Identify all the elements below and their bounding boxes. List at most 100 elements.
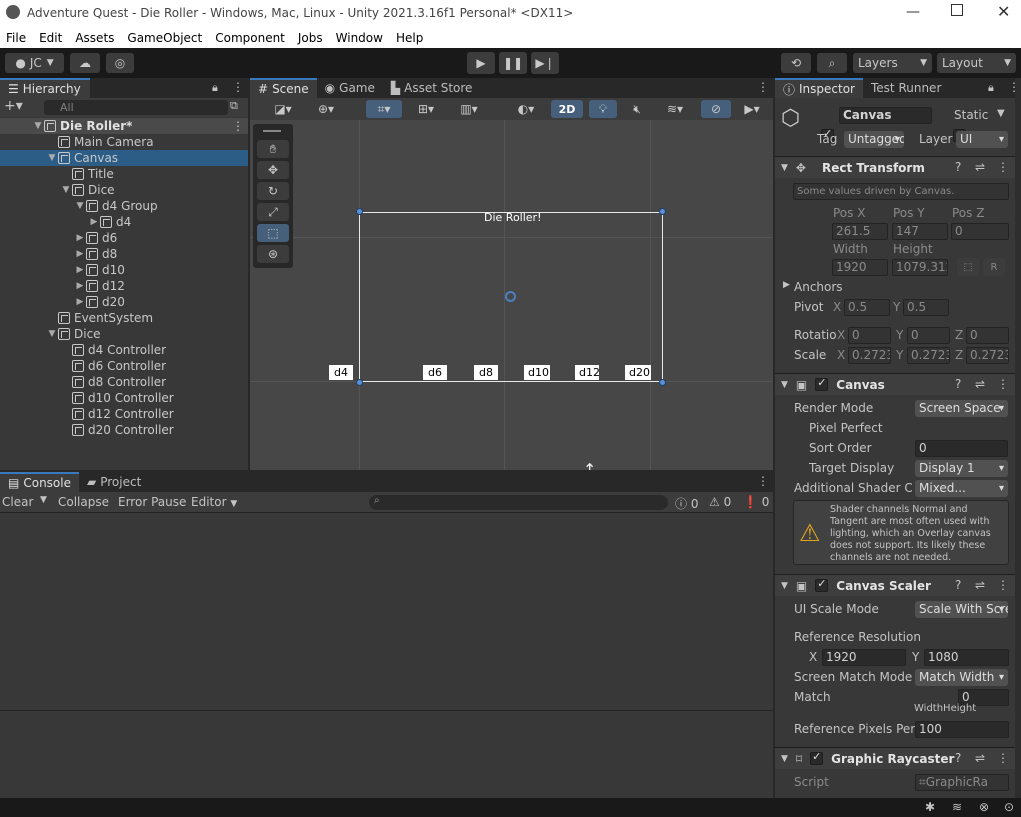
hierarchy-search-input[interactable]: All (44, 100, 228, 115)
pivot-y-field[interactable]: 0.5 (903, 299, 949, 316)
menu-jobs[interactable]: Jobs (298, 31, 323, 45)
raycaster-enabled-checkbox[interactable] (810, 750, 824, 765)
hierarchy-item[interactable]: d6 Controller (60, 358, 166, 374)
hierarchy-item[interactable]: ▶ d6 (74, 230, 118, 246)
settings-icon[interactable]: ⊙ (1004, 800, 1014, 814)
tab-project[interactable]: ▰ Project (79, 472, 149, 492)
more-icon[interactable]: ⋮ (997, 377, 1009, 391)
ref-res-x-field[interactable]: 1920 (822, 649, 906, 666)
static-dropdown[interactable]: ▼ (997, 108, 1005, 119)
expand-arrow-icon[interactable]: ▶ (74, 233, 86, 243)
die-label-d6[interactable]: d6 (423, 365, 447, 380)
palette-handle[interactable] (263, 130, 281, 132)
canvas-scaler-header[interactable]: ▼ ▣ Canvas Scaler ? ⇌ ⋮ (775, 574, 1021, 596)
corner-handle[interactable] (659, 379, 666, 386)
width-field[interactable]: 1920 (832, 259, 888, 276)
tab-console[interactable]: ▤ Console (0, 472, 79, 492)
corner-handle[interactable] (356, 208, 363, 215)
minimize-icon[interactable]: — (906, 4, 920, 20)
audio-icon[interactable]: 🔇︎ (623, 100, 651, 118)
step-button[interactable]: ▶❘ (531, 52, 559, 74)
add-icon[interactable]: +▾ (4, 98, 23, 114)
rotation-y-field[interactable]: 0 (907, 327, 950, 344)
selected-row[interactable] (0, 150, 248, 166)
die-label-d8[interactable]: d8 (474, 365, 498, 380)
editor-dropdown[interactable]: Editor ▼ (191, 495, 237, 509)
target-display-dropdown[interactable]: Display 1 (915, 460, 1008, 477)
expand-arrow-icon[interactable]: ▶ (88, 217, 100, 227)
hierarchy-item[interactable]: ▶ d8 (74, 246, 118, 262)
warning-count[interactable]: ⚠ 0 (709, 495, 731, 509)
render-mode-icon[interactable]: ◐▾ (507, 100, 545, 118)
expand-arrow-icon[interactable]: ▶ (74, 297, 86, 307)
more-icon[interactable]: ⋮ (232, 119, 244, 133)
hierarchy-item[interactable]: ▼ Die Roller* ⋮ (32, 118, 244, 134)
hierarchy-item[interactable]: ▶ d20 (74, 294, 125, 310)
menu-window[interactable]: Window (336, 31, 383, 45)
corner-handle[interactable] (659, 208, 666, 215)
corner-handle[interactable] (356, 379, 363, 386)
shader-channels-dropdown[interactable]: Mixed... (915, 480, 1008, 497)
expand-arrow-icon[interactable]: ▼ (46, 329, 58, 339)
expand-arrow-icon[interactable]: ▼ (32, 121, 44, 131)
help-icon[interactable]: ? (955, 160, 961, 174)
inspector-scrollbar[interactable] (1015, 78, 1021, 798)
cache-icon[interactable]: ⊗ (979, 800, 989, 814)
layout-dropdown[interactable]: Layout ▼ (937, 53, 1016, 73)
tab-hierarchy[interactable]: ☰ Hierarchy (0, 78, 90, 98)
more-icon[interactable]: ⋮ (757, 80, 769, 94)
preset-icon[interactable]: ⇌ (975, 377, 985, 391)
die-label-d10[interactable]: d10 (524, 365, 550, 380)
hierarchy-item[interactable]: ▶ d4 (88, 214, 132, 230)
hierarchy-item[interactable]: d20 Controller (60, 422, 174, 438)
camera-icon[interactable]: ▶▾ (737, 100, 767, 118)
scale-z-field[interactable]: 0.2723 (966, 347, 1009, 364)
scale-y-field[interactable]: 0.2723 (907, 347, 950, 364)
maximize-icon[interactable] (951, 4, 963, 16)
effects-icon[interactable]: ≋▾ (657, 100, 693, 118)
error-pause-button[interactable]: Error Pause (118, 495, 186, 509)
canvas-component-header[interactable]: ▼ ▣ Canvas ? ⇌ ⋮ (775, 373, 1021, 395)
pause-button[interactable]: ❚❚ (499, 52, 527, 74)
draw-mode-icon[interactable]: ◪▾ (266, 100, 300, 118)
tag-dropdown[interactable]: Untagged (844, 131, 904, 148)
search-icon[interactable]: ⌕ (817, 53, 847, 73)
tab-test-runner[interactable]: Test Runner (863, 78, 949, 98)
canvas-enabled-checkbox[interactable] (815, 376, 829, 391)
pivot-handle[interactable] (505, 291, 516, 302)
hierarchy-item[interactable]: ▼ d4 Group (74, 198, 158, 214)
increment-snap-icon[interactable]: ▥▾ (449, 100, 489, 118)
hierarchy-item[interactable]: EventSystem (46, 310, 153, 326)
more-icon[interactable]: ⋮ (232, 80, 244, 94)
lock-icon[interactable]: 🔒︎ (988, 81, 994, 95)
tab-scene[interactable]: # Scene (250, 78, 317, 98)
toggle-2d-button[interactable]: 2D (551, 100, 583, 118)
preset-icon[interactable]: ⇌ (975, 160, 985, 174)
clear-button[interactable]: Clear (2, 495, 33, 509)
cloud-icon[interactable]: ☁ (70, 53, 100, 73)
pivot-x-field[interactable]: 0.5 (844, 299, 890, 316)
help-icon[interactable]: ? (955, 578, 961, 592)
hierarchy-item[interactable]: d12 Controller (60, 406, 174, 422)
graphic-raycaster-header[interactable]: ▼ ⌑ Graphic Raycaster ? ⇌ ⋮ (775, 747, 1021, 769)
rotate-tool-icon[interactable]: ↻ (257, 182, 289, 200)
scene-viewport[interactable]: ✋︎ ✥ ↻ ⤢ ⬚ ⊛ Die Roller! d4 d6 d8 d10 d1… (250, 120, 773, 470)
more-icon[interactable]: ⋮ (997, 160, 1009, 174)
pos-z-field[interactable]: 0 (951, 223, 1009, 240)
object-name-field[interactable]: Canvas (839, 107, 932, 124)
blueprint-mode-button[interactable]: ⬚ (957, 258, 979, 276)
scene-visibility-icon[interactable]: ⧉ (230, 99, 238, 113)
sort-order-field[interactable]: 0 (915, 440, 1008, 457)
hierarchy-item[interactable]: d8 Controller (60, 374, 166, 390)
preset-icon[interactable]: ⇌ (975, 751, 985, 765)
hand-tool-icon[interactable]: ✋︎ (257, 140, 289, 158)
anchors-arrow-icon[interactable]: ▶ (783, 280, 790, 290)
height-field[interactable]: 1079.312 (892, 259, 948, 276)
move-tool-icon[interactable]: ✥ (257, 161, 289, 179)
hierarchy-item[interactable]: ▼ Canvas (46, 150, 119, 166)
menu-assets[interactable]: Assets (75, 31, 114, 45)
anchors-label[interactable]: Anchors (794, 280, 843, 294)
die-label-d20[interactable]: d20 (625, 365, 651, 380)
more-icon[interactable]: ⋮ (997, 578, 1009, 592)
menu-component[interactable]: Component (215, 31, 285, 45)
